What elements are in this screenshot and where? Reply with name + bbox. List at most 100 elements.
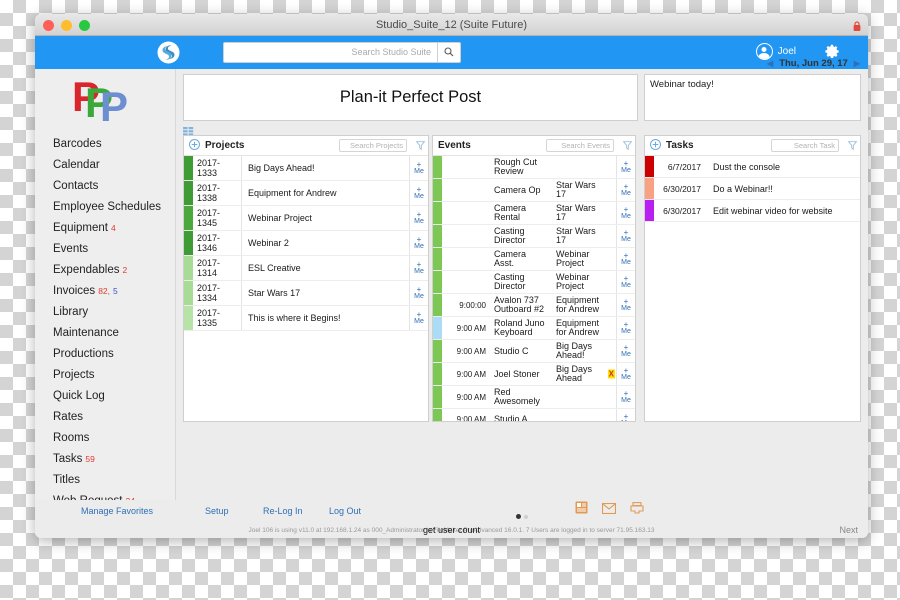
- add-me-label: Me: [414, 268, 424, 275]
- add-me-button[interactable]: +Me: [616, 179, 635, 201]
- add-me-button[interactable]: +Me: [616, 386, 635, 408]
- table-row[interactable]: Rough Cut Review + Me: [433, 156, 635, 179]
- table-row[interactable]: 2017-1338 Equipment for Andrew + Me: [184, 181, 428, 206]
- add-me-button[interactable]: +Me: [616, 340, 635, 362]
- search-button[interactable]: [437, 42, 461, 63]
- close-button[interactable]: [43, 20, 54, 31]
- table-row[interactable]: Casting Director Star Wars 17 + Me: [433, 225, 635, 248]
- notes-panel[interactable]: Webinar today!: [644, 74, 861, 121]
- table-row[interactable]: Camera Asst. Webinar Project + Me: [433, 248, 635, 271]
- add-me-button[interactable]: +Me: [616, 294, 635, 316]
- filter-funnel-icon[interactable]: [622, 137, 633, 155]
- search-input[interactable]: Search Studio Suite: [223, 42, 437, 63]
- status-color-bar: [433, 363, 442, 385]
- add-me-button[interactable]: +Me: [616, 156, 635, 178]
- add-me-label: Me: [621, 282, 631, 289]
- sidebar-item-quick-log[interactable]: Quick Log: [35, 386, 175, 407]
- table-row[interactable]: 9:00 AM Red Awesomely + Me: [433, 386, 635, 409]
- table-row[interactable]: 2017-1334 Star Wars 17 + Me: [184, 281, 428, 306]
- print-icon[interactable]: [630, 501, 644, 519]
- filter-funnel-icon[interactable]: [415, 137, 426, 155]
- next-button[interactable]: Next: [839, 525, 858, 535]
- pager-dot[interactable]: [524, 514, 528, 519]
- add-me-button[interactable]: +Me: [409, 256, 428, 280]
- footer-icons[interactable]: [575, 501, 644, 519]
- footer-link-re-log-in[interactable]: Re-Log In: [263, 506, 303, 516]
- table-row[interactable]: Camera Op Star Wars 17 + Me: [433, 179, 635, 202]
- next-day-icon[interactable]: ▶: [854, 59, 860, 68]
- table-row[interactable]: 9:00 AM Studio A +Me: [433, 409, 635, 421]
- sidebar-item-rates[interactable]: Rates: [35, 407, 175, 428]
- pager-dots[interactable]: [516, 514, 528, 519]
- add-me-button[interactable]: +Me: [616, 409, 635, 421]
- add-me-button[interactable]: +Me: [616, 317, 635, 339]
- sidebar-item-equipment[interactable]: Equipment 4: [35, 218, 175, 239]
- table-row[interactable]: 2017-1346 Webinar 2 + Me: [184, 231, 428, 256]
- table-row[interactable]: 2017-1345 Webinar Project + Me: [184, 206, 428, 231]
- table-row[interactable]: 6/7/2017 Dust the console: [645, 156, 860, 178]
- sidebar-item-projects[interactable]: Projects: [35, 365, 175, 386]
- project-number: 2017-1333: [197, 158, 221, 178]
- global-search[interactable]: Search Studio Suite: [223, 42, 461, 63]
- sidebar-item-employee-schedules[interactable]: Employee Schedules: [35, 197, 175, 218]
- table-row[interactable]: Camera Rental Star Wars 17 + Me: [433, 202, 635, 225]
- table-row[interactable]: 9:00:00 Avalon 737 Outboard #2 Equipment f…: [433, 294, 635, 317]
- table-row[interactable]: 6/30/2017 Do a Webinar!!: [645, 178, 860, 200]
- sidebar-nav-list: Barcodes Calendar Contacts Employee Sche…: [35, 134, 175, 512]
- filter-funnel-icon[interactable]: [847, 137, 858, 155]
- sidebar-item-tasks[interactable]: Tasks 59: [35, 449, 175, 470]
- pager-dot-active[interactable]: [516, 514, 521, 519]
- footer-link-manage-favorites[interactable]: Manage Favorites: [81, 506, 153, 516]
- projects-rows: 2017-1333 Big Days Ahead! + Me 2017-1338 Equ…: [184, 156, 428, 421]
- add-me-button[interactable]: +Me: [616, 271, 635, 293]
- sidebar-item-contacts[interactable]: Contacts: [35, 176, 175, 197]
- sidebar-item-expendables[interactable]: Expendables 2: [35, 260, 175, 281]
- projects-search-input[interactable]: Search Projects: [339, 139, 407, 152]
- date-navigator[interactable]: ◀ Thu, Jun 29, 17 ▶: [767, 58, 860, 69]
- add-me-button[interactable]: +Me: [616, 248, 635, 270]
- add-me-button[interactable]: +Me: [616, 363, 635, 385]
- add-me-button[interactable]: +Me: [409, 206, 428, 230]
- get-user-count-button[interactable]: get user count: [35, 525, 868, 535]
- sidebar-item-rooms[interactable]: Rooms: [35, 428, 175, 449]
- sidebar-item-titles[interactable]: Titles: [35, 470, 175, 491]
- minimize-button[interactable]: [61, 20, 72, 31]
- add-me-button[interactable]: +Me: [616, 225, 635, 247]
- tasks-search-input[interactable]: Search Task: [771, 139, 839, 152]
- table-row[interactable]: 9:00 AM Roland Juno Keyboard Equipment for…: [433, 317, 635, 340]
- add-me-button[interactable]: +Me: [616, 202, 635, 224]
- sidebar-item-barcodes[interactable]: Barcodes: [35, 134, 175, 155]
- prev-day-icon[interactable]: ◀: [767, 59, 773, 68]
- table-row[interactable]: 2017-1314 ESL Creative + Me: [184, 256, 428, 281]
- add-me-button[interactable]: +Me: [409, 156, 428, 180]
- add-me-button[interactable]: +Me: [409, 181, 428, 205]
- table-row[interactable]: 9:00 AM Joel Stoner Big Days Ahead X + Me: [433, 363, 635, 386]
- sidebar-item-library[interactable]: Library: [35, 302, 175, 323]
- add-me-plus: +: [623, 205, 629, 214]
- table-row[interactable]: Casting Director Webinar Project + Me: [433, 271, 635, 294]
- table-row[interactable]: 9:00 AM Studio C Big Days Ahead! + Me: [433, 340, 635, 363]
- add-circle-icon[interactable]: [189, 137, 200, 155]
- table-row[interactable]: 2017-1333 Big Days Ahead! + Me: [184, 156, 428, 181]
- events-search-input[interactable]: Search Events: [546, 139, 614, 152]
- sidebar-item-calendar[interactable]: Calendar: [35, 155, 175, 176]
- footer-link-log-out[interactable]: Log Out: [329, 506, 361, 516]
- table-row[interactable]: 6/30/2017 Edit webinar video for website: [645, 200, 860, 222]
- table-row[interactable]: 2017-1335 This is where it Begins! + Me: [184, 306, 428, 331]
- mail-icon[interactable]: [601, 501, 617, 519]
- sidebar-item-maintenance[interactable]: Maintenance: [35, 323, 175, 344]
- sidebar-item-events[interactable]: Events: [35, 239, 175, 260]
- footer-link-setup[interactable]: Setup: [205, 506, 229, 516]
- events-panel: Events Search Events Rough Cut Review + Me…: [432, 135, 636, 422]
- sidebar-item-invoices[interactable]: Invoices 82, 5: [35, 281, 175, 302]
- zoom-button[interactable]: [79, 20, 90, 31]
- add-circle-icon[interactable]: [650, 137, 661, 155]
- report-icon[interactable]: [575, 501, 588, 519]
- window-controls[interactable]: [43, 20, 90, 31]
- sidebar-item-label: Library: [53, 306, 89, 318]
- priority-color-bar: [645, 200, 654, 221]
- add-me-button[interactable]: +Me: [409, 306, 428, 330]
- sidebar-item-productions[interactable]: Productions: [35, 344, 175, 365]
- add-me-button[interactable]: +Me: [409, 281, 428, 305]
- add-me-button[interactable]: +Me: [409, 231, 428, 255]
